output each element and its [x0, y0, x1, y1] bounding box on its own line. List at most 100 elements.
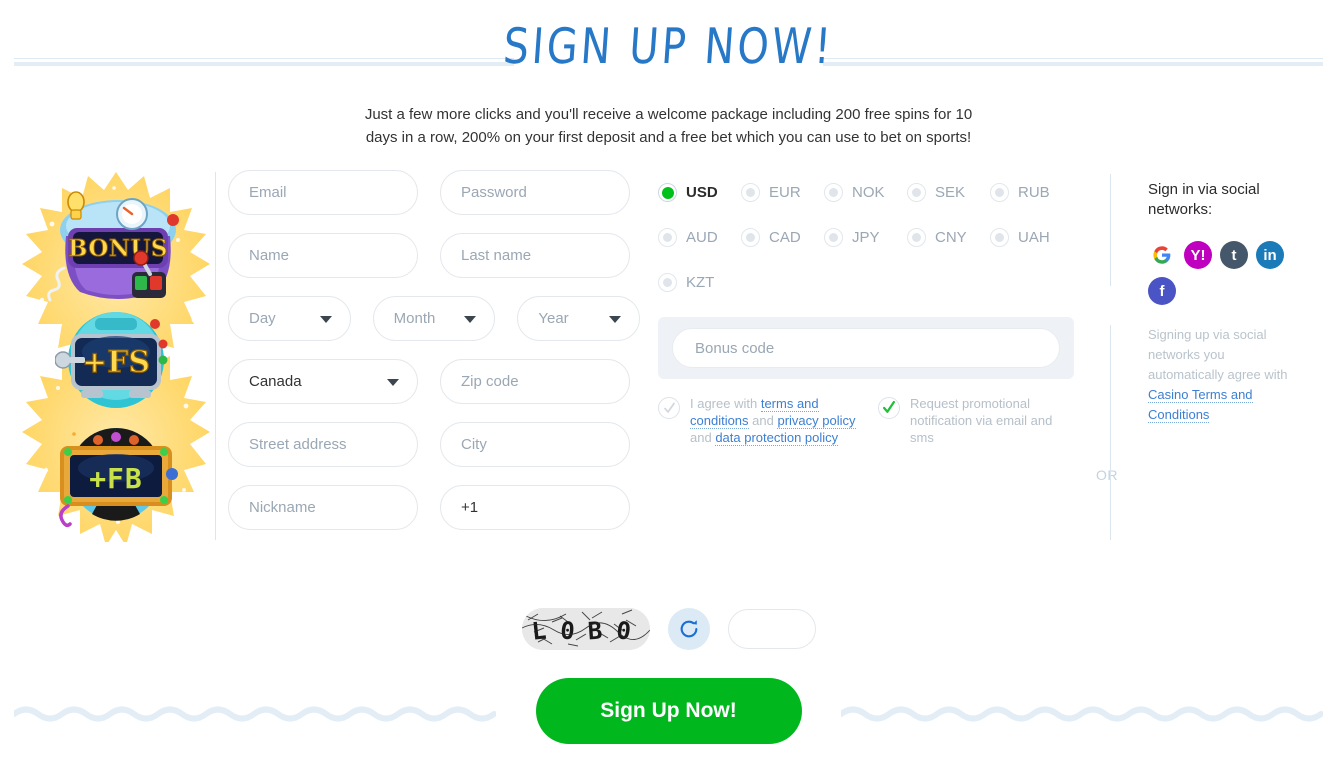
currency-option-nok[interactable]: NOK [824, 170, 907, 215]
currency-option-eur[interactable]: EUR [741, 170, 824, 215]
radio-icon [990, 228, 1009, 247]
linkedin-icon[interactable]: in [1256, 241, 1284, 269]
terms-link[interactable]: privacy policy [777, 413, 856, 429]
terms-link[interactable]: data protection policy [715, 430, 839, 446]
country-value: Canada [249, 373, 302, 390]
social-section-title: Sign in via social networks: [1148, 181, 1260, 218]
signup-main: BONUS +FS +FB Email Password Name Last n… [0, 170, 1337, 545]
captcha-input[interactable] [727, 609, 816, 649]
registration-form: Email Password Name Last name Day Month … [228, 170, 641, 548]
wave-decoration-right [841, 706, 1323, 722]
social-icon-list: Y! t in f [1148, 241, 1296, 305]
refresh-icon [680, 620, 697, 638]
form-row-address: Street address City [228, 422, 640, 467]
bonus-code-section: Bonus code [658, 317, 1074, 379]
form-row-contact: Nickname +1 [228, 485, 640, 530]
svg-text:+FS: +FS [82, 345, 150, 380]
currency-options: USD EUR NOK SEK RUB AUD CAD JPY CNY UAH KZT [658, 170, 1078, 305]
bonus-art-column: BONUS +FS +FB [18, 170, 214, 542]
terms-consent-row[interactable]: I agree with terms and conditions and pr… [658, 395, 868, 446]
radio-icon [824, 228, 843, 247]
badge-bonus: BONUS [40, 184, 192, 302]
page-header: SIGN UP NOW! [0, 0, 1337, 92]
nickname-input[interactable]: Nickname [228, 485, 418, 530]
birth-year-select[interactable]: Year [517, 296, 641, 341]
captcha-section: L 0 B 0 [521, 608, 816, 650]
divider-bonus-form [215, 172, 216, 540]
birth-month-select[interactable]: Month [372, 296, 496, 341]
radio-icon [741, 183, 760, 202]
submit-section: Sign Up Now! [0, 678, 1337, 748]
form-row-birthdate: Day Month Year [228, 296, 641, 341]
city-input[interactable]: City [440, 422, 630, 467]
captcha-char: 0 [559, 616, 576, 645]
currency-option-kzt[interactable]: KZT [658, 260, 741, 305]
wave-decoration-left [14, 706, 496, 722]
birth-day-select[interactable]: Day [228, 296, 351, 341]
page-subtitle: Just a few more clicks and you'll receiv… [364, 106, 973, 146]
form-row-credentials: Email Password [228, 170, 640, 215]
page-title: SIGN UP NOW! [501, 18, 836, 76]
badge-free-bet: +FB [48, 418, 184, 530]
terms-checkbox[interactable] [658, 397, 680, 419]
currency-label: USD [686, 184, 718, 201]
birth-day-value: Day [249, 310, 276, 327]
signup-page: SIGN UP NOW! Just a few more clicks and … [0, 0, 1337, 775]
radio-icon [658, 183, 677, 202]
casino-terms-link[interactable]: Casino Terms and Conditions [1148, 387, 1253, 423]
currency-label: SEK [935, 184, 966, 201]
google-glyph [1153, 246, 1171, 264]
google-icon[interactable] [1148, 241, 1176, 269]
email-input[interactable]: Email [228, 170, 418, 215]
promo-consent-row[interactable]: Request promotional notification via ema… [878, 395, 1078, 446]
currency-option-cny[interactable]: CNY [907, 215, 990, 260]
currency-label: RUB [1018, 184, 1050, 201]
radio-icon [824, 183, 843, 202]
currency-label: KZT [686, 274, 715, 291]
captcha-refresh-button[interactable] [667, 608, 710, 650]
country-select[interactable]: Canada [228, 359, 418, 404]
bonus-code-input[interactable]: Bonus code [672, 328, 1060, 368]
currency-label: UAH [1018, 229, 1050, 246]
promo-consent-text: Request promotional notification via ema… [910, 396, 1053, 445]
chevron-down-icon [464, 315, 477, 323]
last-name-input[interactable]: Last name [440, 233, 630, 278]
currency-option-cad[interactable]: CAD [741, 215, 824, 260]
first-name-input[interactable]: Name [228, 233, 418, 278]
social-login-section: Sign in via social networks: Y! t in f Sign… [1148, 180, 1323, 425]
social-terms-prefix: Signing up via social networks you autom… [1148, 327, 1288, 382]
terms-text-segment: and [690, 430, 716, 445]
currency-label: CNY [935, 229, 967, 246]
zip-code-input[interactable]: Zip code [440, 359, 630, 404]
radio-icon [990, 183, 1009, 202]
currency-option-aud[interactable]: AUD [658, 215, 741, 260]
birth-year-value: Year [538, 310, 569, 327]
currency-label: JPY [852, 229, 880, 246]
phone-input[interactable]: +1 [440, 485, 630, 530]
check-icon [883, 401, 895, 413]
currency-option-rub[interactable]: RUB [990, 170, 1073, 215]
currency-option-uah[interactable]: UAH [990, 215, 1073, 260]
sign-up-button[interactable]: Sign Up Now! [535, 678, 802, 744]
badge-free-spins: +FS [55, 310, 177, 410]
currency-option-sek[interactable]: SEK [907, 170, 990, 215]
divider-social-top [1110, 174, 1111, 286]
radio-icon [907, 228, 926, 247]
captcha-image: L 0 B 0 [521, 608, 650, 650]
password-input[interactable]: Password [440, 170, 630, 215]
currency-label: AUD [686, 229, 718, 246]
or-separator-label: OR [1096, 467, 1118, 483]
divider-social-bottom [1110, 325, 1111, 540]
promo-checkbox[interactable] [878, 397, 900, 419]
chevron-down-icon [319, 315, 332, 323]
tumblr-icon[interactable]: t [1220, 241, 1248, 269]
currency-option-jpy[interactable]: JPY [824, 215, 907, 260]
street-address-input[interactable]: Street address [228, 422, 418, 467]
facebook-icon[interactable]: f [1148, 277, 1176, 305]
form-row-location: Canada Zip code [228, 359, 640, 404]
currency-option-usd[interactable]: USD [658, 170, 741, 215]
radio-icon [658, 273, 677, 292]
yahoo-icon[interactable]: Y! [1184, 241, 1212, 269]
check-icon [663, 402, 675, 413]
radio-icon [741, 228, 760, 247]
